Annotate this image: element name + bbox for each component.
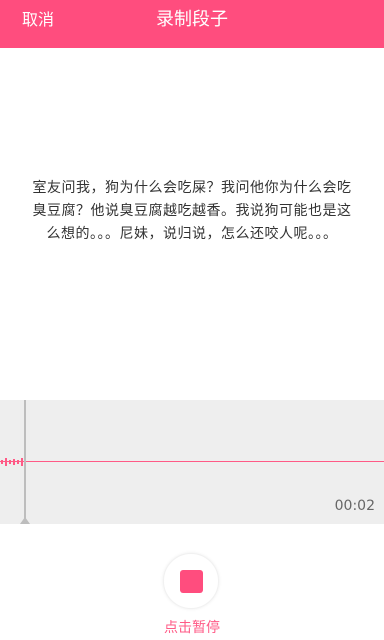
pause-recording-label[interactable]: 点击暂停 <box>0 617 384 637</box>
page-title: 录制段子 <box>156 9 228 30</box>
playhead-line[interactable] <box>24 400 26 524</box>
pause-recording-button[interactable] <box>163 553 219 609</box>
joke-text: 室友问我，狗为什么会吃屎？我问他你为什么会吃臭豆腐？他说臭豆腐越吃越香。我说狗可… <box>32 179 352 242</box>
playhead-marker-icon[interactable] <box>20 517 30 524</box>
top-bar: 取消 录制段子 <box>0 0 384 48</box>
joke-content-area: 室友问我，狗为什么会吃屎？我问他你为什么会吃臭豆腐？他说臭豆腐越吃越香。我说狗可… <box>0 48 384 400</box>
waveform-baseline <box>0 461 384 462</box>
stop-icon <box>180 570 203 593</box>
recording-timer: 00:02 <box>334 498 375 514</box>
waveform-panel[interactable]: 00:02 <box>0 400 384 524</box>
